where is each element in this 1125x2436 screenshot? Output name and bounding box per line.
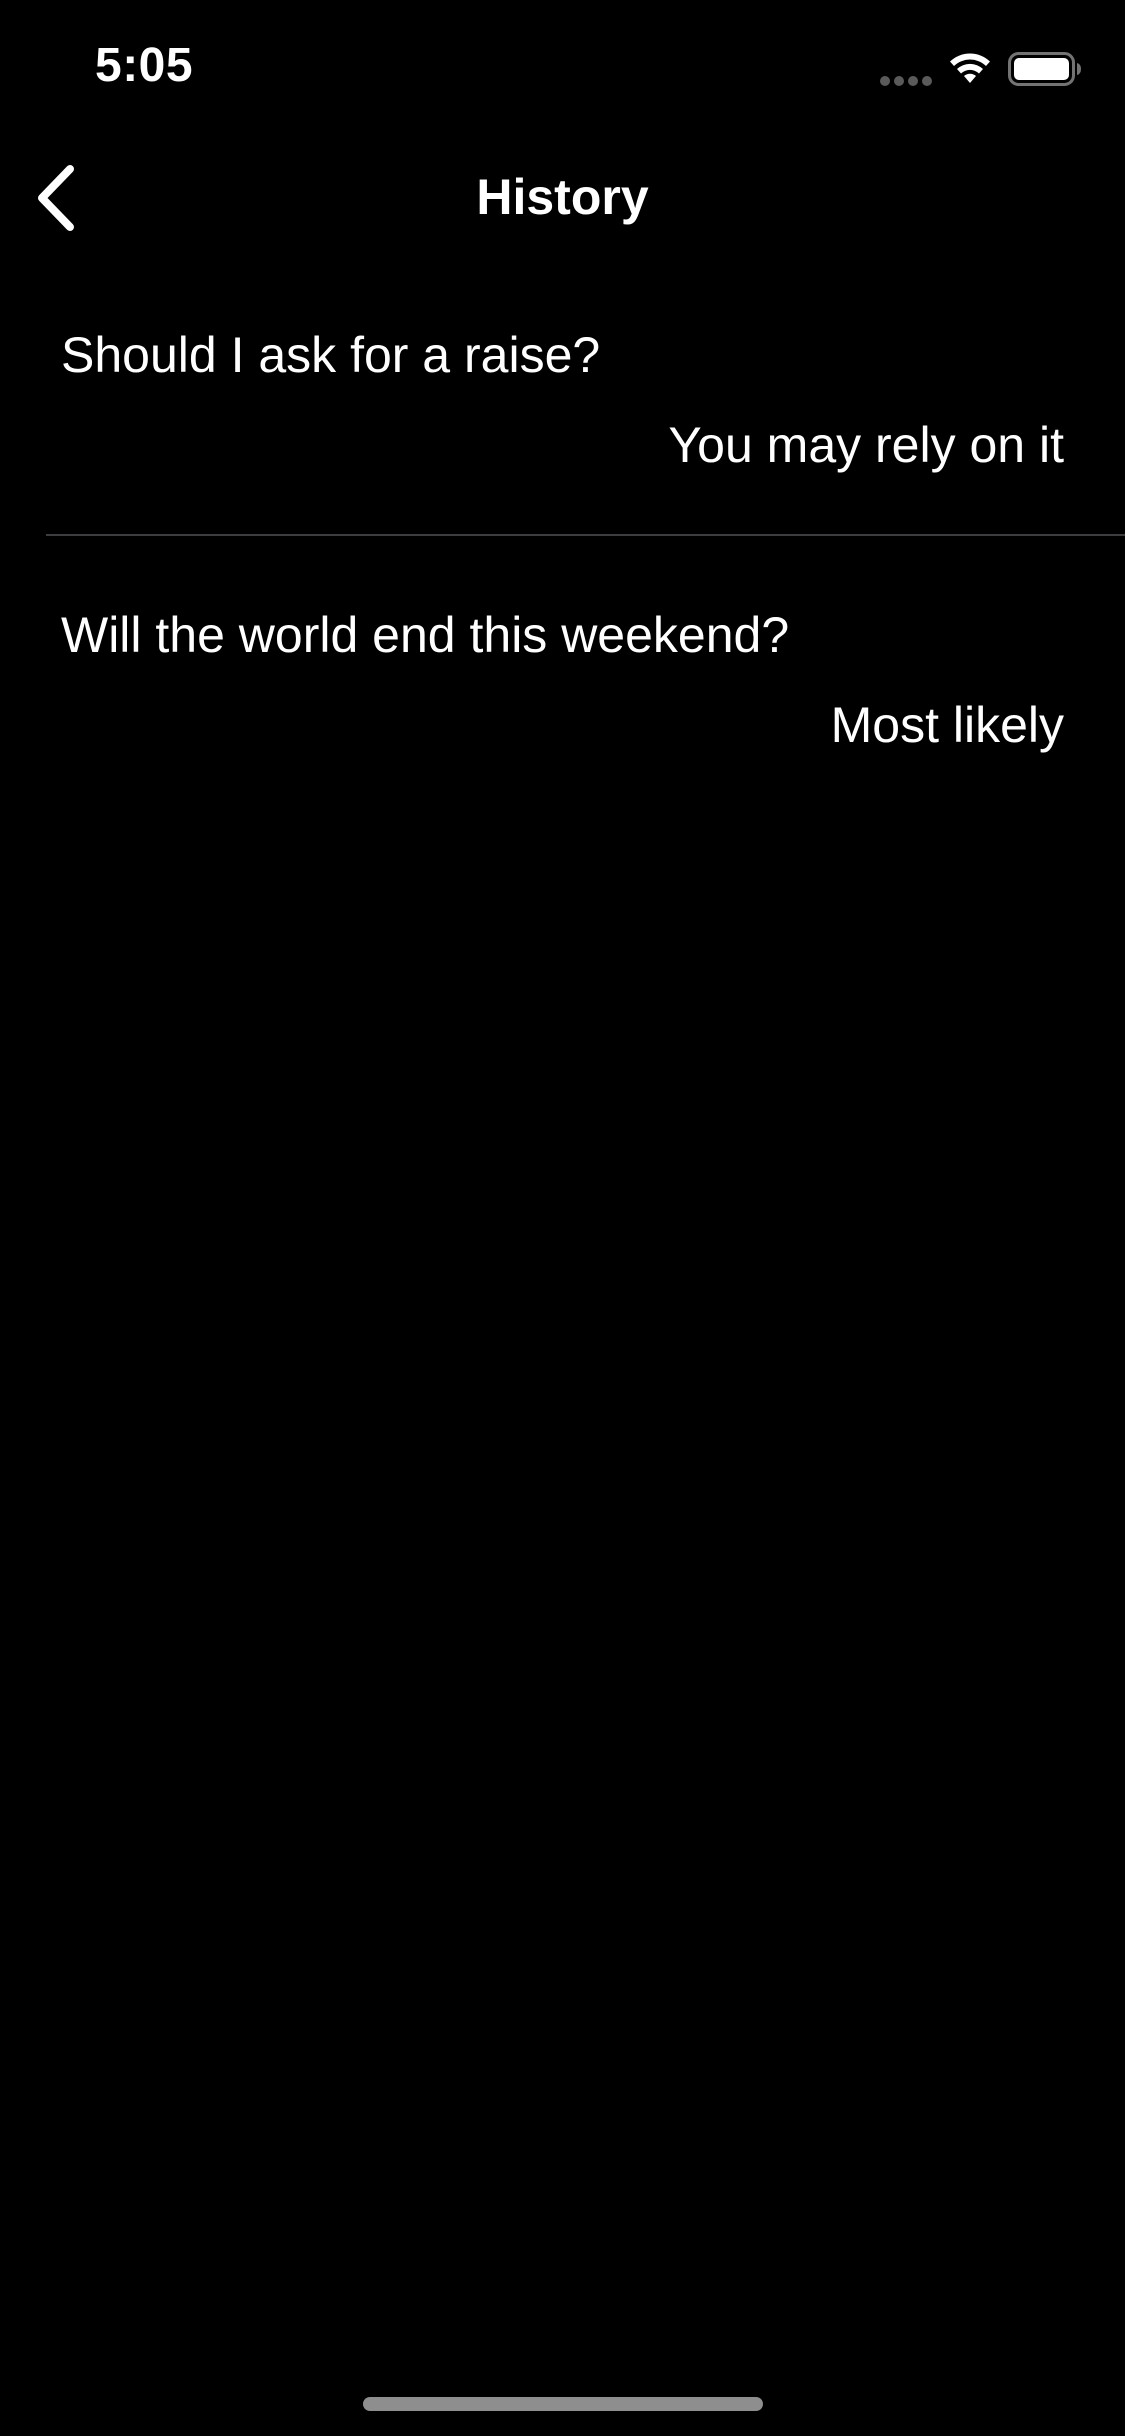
history-question: Will the world end this weekend? [61,607,790,663]
history-row[interactable]: Should I ask for a raise? You may rely o… [0,256,1125,536]
signal-dots-icon [880,76,934,86]
home-indicator[interactable] [363,2397,763,2411]
page-title: History [476,169,649,225]
status-time: 5:05 [95,39,194,92]
wifi-icon [950,53,990,83]
battery-icon [1008,52,1081,86]
history-row[interactable]: Will the world end this weekend? Most li… [0,536,1125,808]
history-list: Should I ask for a raise? You may rely o… [0,256,1125,808]
navigation-bar: History [0,140,1125,256]
history-answer: You may rely on it [668,417,1064,473]
status-bar: 5:05 [0,0,1125,140]
history-answer: Most likely [830,697,1064,753]
history-question: Should I ask for a raise? [61,327,601,383]
